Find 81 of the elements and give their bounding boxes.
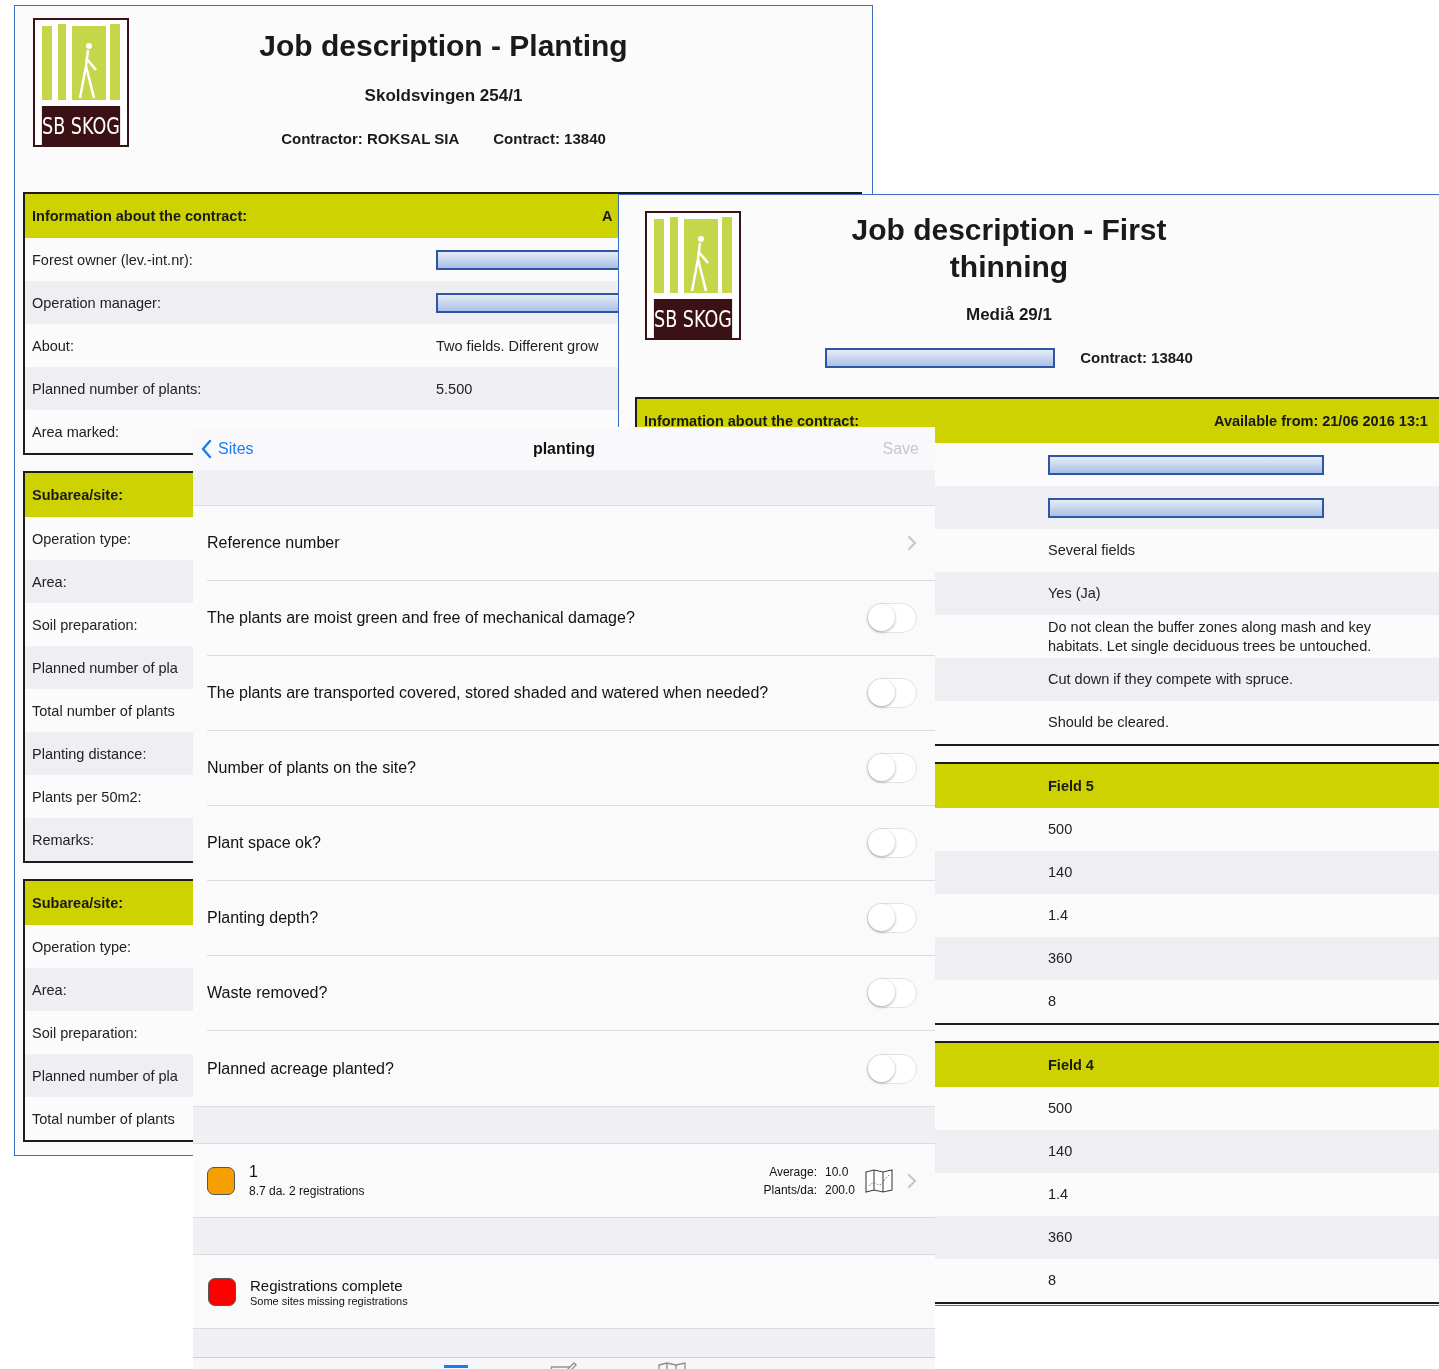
row-value: 360	[1048, 950, 1073, 966]
toggle-switch[interactable]	[867, 1053, 917, 1084]
stat-value: 10.0	[824, 1164, 850, 1179]
header-label: Available from: 21/06 2016 13:1	[1214, 413, 1429, 429]
row-label: Planting depth?	[207, 909, 320, 927]
row-value: 500	[1048, 821, 1073, 837]
row-title: 1	[249, 1163, 259, 1181]
chevron-right-icon	[907, 1172, 917, 1189]
row-value: Should be cleared.	[1048, 714, 1169, 730]
row-label: Soil preparation:	[32, 1024, 138, 1041]
chevron-right-icon	[907, 535, 917, 551]
row-value: 140	[1048, 1143, 1073, 1159]
logo-text: SB SKOG	[653, 299, 733, 338]
row-value: 140	[1048, 864, 1073, 880]
row-value: Do not clean the buffer zones along mash and key habitats. Let single deciduous trees be untouched.	[1048, 618, 1372, 654]
row-label: Planting distance:	[32, 745, 147, 762]
row-subtitle: 8.7 da. 2 registrations	[249, 1184, 366, 1198]
row-value: 5.500	[436, 380, 473, 397]
row-label: Waste removed?	[207, 984, 329, 1002]
map-icon	[865, 1168, 893, 1193]
row-label: Planned number of pla	[32, 659, 178, 676]
toggle-switch[interactable]	[867, 978, 917, 1008]
row-value: 8	[1048, 1272, 1057, 1288]
header-label: Subarea/site:	[32, 895, 125, 911]
row-label: Plants per 50m2:	[32, 788, 142, 805]
row-value: Two fields. Different grow	[436, 337, 599, 354]
row-label: Area marked:	[32, 423, 120, 440]
row-value: Cut down if they compete with spruce.	[1048, 671, 1293, 687]
header-label: Field 4	[1048, 1057, 1095, 1073]
row-label: Forest owner (lev.-int.nr):	[32, 251, 193, 268]
nav-title: planting	[532, 439, 596, 458]
row-label: The plants are moist green and free of mechanical damage?	[207, 609, 636, 627]
header-label: Information about the contract:	[644, 413, 861, 429]
row-value: 360	[1048, 1229, 1073, 1245]
row-value: 1.4	[1048, 1186, 1069, 1202]
row-label: Planned number of pla	[32, 1067, 178, 1084]
row-label: About:	[32, 337, 74, 354]
toggle-switch[interactable]	[867, 828, 917, 858]
row-label: Planned acreage planted?	[207, 1059, 395, 1078]
row-label: Area:	[32, 573, 67, 590]
row-value: Several fields	[1048, 542, 1136, 558]
logo-text: SB SKOG	[41, 106, 121, 145]
stat-label: Plants/da:	[763, 1182, 817, 1197]
row-label: Operation manager:	[32, 294, 161, 311]
row-label: Operation type:	[32, 530, 132, 547]
row-label: Operation type:	[32, 938, 132, 955]
row-subtitle: Some sites missing registrations	[250, 1294, 409, 1307]
row-label: Soil preparation:	[32, 616, 138, 633]
toggle-switch[interactable]	[867, 903, 917, 933]
row-label: Reference number	[207, 534, 341, 552]
contract-info: Contract: 13840	[1080, 348, 1193, 368]
row-label: Number of plants on the site?	[207, 759, 417, 777]
header-label: Subarea/site:	[32, 487, 125, 503]
document-title: Job description - First thinning	[850, 212, 1168, 285]
row-label: Total number of plants	[32, 1110, 175, 1127]
chevron-left-icon	[201, 438, 212, 459]
row-title: Registrations complete	[250, 1276, 404, 1294]
row-label: Total number of plants	[32, 702, 175, 719]
row-value: 1.4	[1048, 907, 1069, 923]
back-button[interactable]: Sites	[201, 438, 254, 459]
row-value: Yes (Ja)	[1048, 585, 1101, 601]
row-label: Planned number of plants:	[32, 380, 202, 397]
stat-label: Average:	[768, 1164, 817, 1179]
header-label: Field 5	[1048, 778, 1095, 794]
row-label: Area:	[32, 981, 67, 998]
stat-value: 200.0	[824, 1182, 855, 1197]
row-value: 8	[1048, 993, 1057, 1009]
document-title: Job description - Planting	[259, 28, 628, 64]
toggle-switch[interactable]	[867, 678, 917, 708]
header-label: A	[602, 208, 614, 224]
row-value: 500	[1048, 1100, 1073, 1116]
toggle-switch[interactable]	[867, 603, 917, 633]
row-label: The plants are transported covered, stored shaded and watered when needed?	[207, 684, 770, 702]
contract-info: Contractor: ROKSAL SIA	[281, 129, 460, 149]
site-name: Skoldsvingen 254/1	[364, 86, 523, 106]
header-label: Information about the contract:	[32, 208, 249, 224]
row-label: Remarks:	[32, 831, 95, 848]
site-name: Mediå 29/1	[966, 305, 1052, 325]
toggle-switch[interactable]	[867, 753, 917, 783]
contract-info: Contract: 13840	[493, 129, 606, 149]
row-label: Plant space ok?	[207, 834, 322, 852]
